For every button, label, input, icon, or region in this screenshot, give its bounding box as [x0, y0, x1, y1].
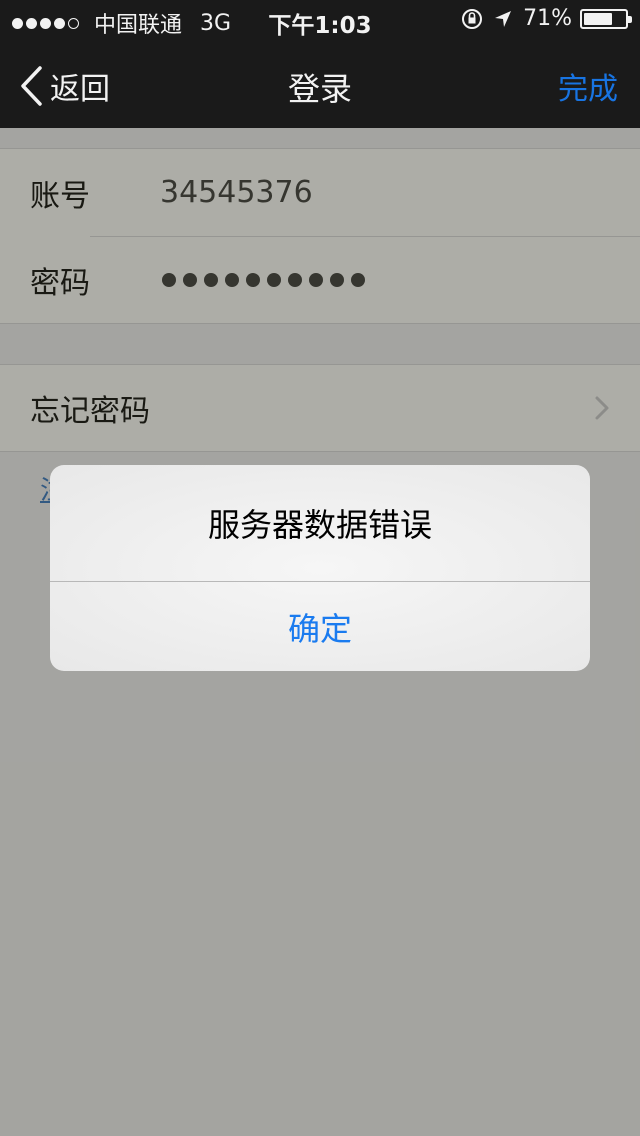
alert-dialog: 服务器数据错误 确定 [50, 465, 590, 671]
status-right: 71% [461, 6, 632, 31]
carrier-name: 中国联通 [94, 13, 183, 38]
battery-percent: 71% [523, 6, 572, 31]
back-label: 返回 [50, 72, 110, 107]
status-left: 中国联通 3G [12, 7, 231, 39]
location-arrow-icon [495, 10, 512, 27]
navigation-bar: 返回 登录 完成 [0, 40, 640, 128]
signal-strength-icon [12, 17, 82, 29]
network-type: 3G [200, 10, 232, 36]
rotation-lock-icon [462, 8, 483, 29]
chevron-left-icon [21, 66, 42, 106]
done-button[interactable]: 完成 [558, 64, 618, 108]
back-button[interactable]: 返回 [18, 64, 110, 108]
battery-icon [580, 8, 632, 29]
alert-message: 服务器数据错误 [207, 506, 432, 544]
status-bar: 中国联通 3G 下午1:03 71% [0, 0, 640, 40]
confirm-button[interactable]: 确定 [50, 582, 590, 671]
